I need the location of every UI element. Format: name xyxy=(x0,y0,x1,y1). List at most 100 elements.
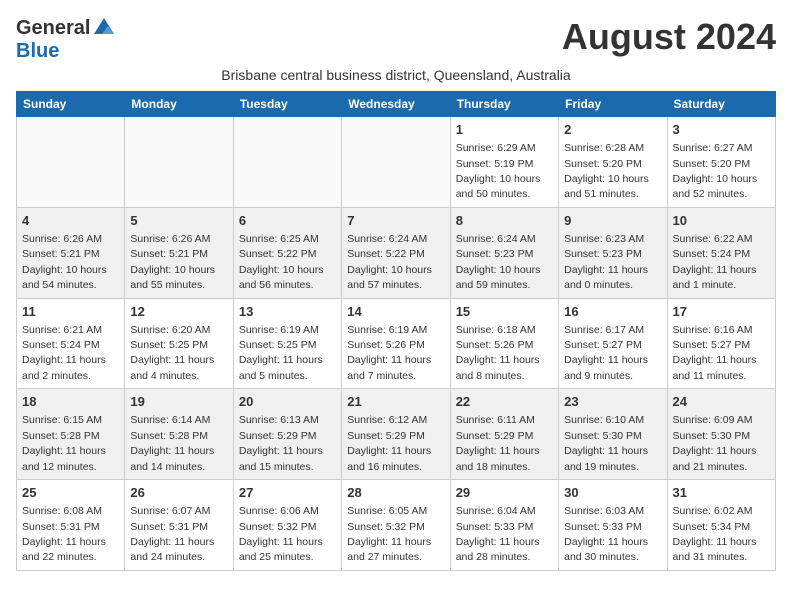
calendar-day-2: 2 Sunrise: 6:28 AM Sunset: 5:20 PM Daylig… xyxy=(559,117,667,208)
weekday-header-saturday: Saturday xyxy=(667,92,775,117)
calendar-week-row: 1 Sunrise: 6:29 AM Sunset: 5:19 PM Daylig… xyxy=(17,117,776,208)
calendar-week-row: 11 Sunrise: 6:21 AM Sunset: 5:24 PM Dayli… xyxy=(17,298,776,389)
calendar-day-1: 1 Sunrise: 6:29 AM Sunset: 5:19 PM Daylig… xyxy=(450,117,558,208)
calendar-day-13: 13Sunrise: 6:19 AM Sunset: 5:25 PM Dayli… xyxy=(233,298,341,389)
calendar-day-19: 19 Sunrise: 6:14 AM Sunset: 5:28 PM Dayli… xyxy=(125,389,233,480)
day-number: 23 xyxy=(564,393,661,411)
day-info: Sunrise: 6:25 AM Sunset: 5:22 PM Dayligh… xyxy=(239,233,324,291)
calendar-day-4: 4 Sunrise: 6:26 AM Sunset: 5:21 PM Daylig… xyxy=(17,207,125,298)
day-info: Sunrise: 6:05 AM Sunset: 5:32 PM Dayligh… xyxy=(347,505,431,563)
day-number: 25 xyxy=(22,484,119,502)
day-info: Sunrise: 6:28 AM Sunset: 5:20 PM Dayligh… xyxy=(564,142,649,200)
day-number: 6 xyxy=(239,212,336,230)
day-number: 18 xyxy=(22,393,119,411)
calendar-empty-cell xyxy=(17,117,125,208)
day-number: 22 xyxy=(456,393,553,411)
day-info: Sunrise: 6:17 AM Sunset: 5:27 PM Dayligh… xyxy=(564,324,648,382)
calendar-day-6: 6 Sunrise: 6:25 AM Sunset: 5:22 PM Daylig… xyxy=(233,207,341,298)
month-title: August 2024 xyxy=(562,16,776,58)
day-number: 10 xyxy=(673,212,770,230)
calendar-day-21: 21 Sunrise: 6:12 AM Sunset: 5:29 PM Dayli… xyxy=(342,389,450,480)
day-number: 31 xyxy=(673,484,770,502)
day-number: 15 xyxy=(456,303,553,321)
day-number: 28 xyxy=(347,484,444,502)
day-info: Sunrise: 6:10 AM Sunset: 5:30 PM Dayligh… xyxy=(564,414,648,472)
logo: General Blue xyxy=(16,16,116,63)
day-number: 29 xyxy=(456,484,553,502)
day-number: 2 xyxy=(564,121,661,139)
day-number: 21 xyxy=(347,393,444,411)
calendar-day-18: 18 Sunrise: 6:15 AM Sunset: 5:28 PM Dayli… xyxy=(17,389,125,480)
calendar-day-23: 23 Sunrise: 6:10 AM Sunset: 5:30 PM Dayli… xyxy=(559,389,667,480)
day-info: Sunrise: 6:04 AM Sunset: 5:33 PM Dayligh… xyxy=(456,505,540,563)
calendar-table: SundayMondayTuesdayWednesdayThursdayFrid… xyxy=(16,91,776,571)
day-info: Sunrise: 6:20 AM Sunset: 5:25 PM Dayligh… xyxy=(130,324,214,382)
calendar-day-20: 20 Sunrise: 6:13 AM Sunset: 5:29 PM Dayli… xyxy=(233,389,341,480)
weekday-header-row: SundayMondayTuesdayWednesdayThursdayFrid… xyxy=(17,92,776,117)
day-info: Sunrise: 6:22 AM Sunset: 5:24 PM Dayligh… xyxy=(673,233,757,291)
calendar-day-12: 12 Sunrise: 6:20 AM Sunset: 5:25 PM Dayli… xyxy=(125,298,233,389)
calendar-day-3: 3Sunrise: 6:27 AM Sunset: 5:20 PM Daylig… xyxy=(667,117,775,208)
day-number: 30 xyxy=(564,484,661,502)
day-info: Sunrise: 6:29 AM Sunset: 5:19 PM Dayligh… xyxy=(456,142,541,200)
day-info: Sunrise: 6:12 AM Sunset: 5:29 PM Dayligh… xyxy=(347,414,431,472)
calendar-day-16: 16 Sunrise: 6:17 AM Sunset: 5:27 PM Dayli… xyxy=(559,298,667,389)
weekday-header-sunday: Sunday xyxy=(17,92,125,117)
calendar-empty-cell xyxy=(233,117,341,208)
day-number: 11 xyxy=(22,303,119,321)
logo-general-text: General xyxy=(16,17,90,40)
day-info: Sunrise: 6:24 AM Sunset: 5:23 PM Dayligh… xyxy=(456,233,541,291)
calendar-day-9: 9 Sunrise: 6:23 AM Sunset: 5:23 PM Daylig… xyxy=(559,207,667,298)
day-number: 13 xyxy=(239,303,336,321)
calendar-day-29: 29 Sunrise: 6:04 AM Sunset: 5:33 PM Dayli… xyxy=(450,480,558,571)
day-number: 24 xyxy=(673,393,770,411)
day-number: 5 xyxy=(130,212,227,230)
day-number: 17 xyxy=(673,303,770,321)
day-info: Sunrise: 6:06 AM Sunset: 5:32 PM Dayligh… xyxy=(239,505,323,563)
calendar-day-8: 8 Sunrise: 6:24 AM Sunset: 5:23 PM Daylig… xyxy=(450,207,558,298)
day-info: Sunrise: 6:21 AM Sunset: 5:24 PM Dayligh… xyxy=(22,324,106,382)
day-number: 8 xyxy=(456,212,553,230)
calendar-day-17: 17Sunrise: 6:16 AM Sunset: 5:27 PM Dayli… xyxy=(667,298,775,389)
calendar-empty-cell xyxy=(125,117,233,208)
calendar-day-26: 26Sunrise: 6:07 AM Sunset: 5:31 PM Dayli… xyxy=(125,480,233,571)
day-number: 7 xyxy=(347,212,444,230)
calendar-week-row: 25 Sunrise: 6:08 AM Sunset: 5:31 PM Dayli… xyxy=(17,480,776,571)
day-info: Sunrise: 6:26 AM Sunset: 5:21 PM Dayligh… xyxy=(22,233,107,291)
day-info: Sunrise: 6:13 AM Sunset: 5:29 PM Dayligh… xyxy=(239,414,323,472)
weekday-header-friday: Friday xyxy=(559,92,667,117)
day-info: Sunrise: 6:27 AM Sunset: 5:20 PM Dayligh… xyxy=(673,142,758,200)
calendar-day-30: 30Sunrise: 6:03 AM Sunset: 5:33 PM Dayli… xyxy=(559,480,667,571)
day-number: 9 xyxy=(564,212,661,230)
calendar-day-10: 10 Sunrise: 6:22 AM Sunset: 5:24 PM Dayli… xyxy=(667,207,775,298)
calendar-day-15: 15 Sunrise: 6:18 AM Sunset: 5:26 PM Dayli… xyxy=(450,298,558,389)
calendar-day-7: 7Sunrise: 6:24 AM Sunset: 5:22 PM Daylig… xyxy=(342,207,450,298)
weekday-header-thursday: Thursday xyxy=(450,92,558,117)
day-number: 1 xyxy=(456,121,553,139)
day-number: 19 xyxy=(130,393,227,411)
day-info: Sunrise: 6:11 AM Sunset: 5:29 PM Dayligh… xyxy=(456,414,540,472)
calendar-day-31: 31 Sunrise: 6:02 AM Sunset: 5:34 PM Dayli… xyxy=(667,480,775,571)
day-number: 4 xyxy=(22,212,119,230)
day-info: Sunrise: 6:02 AM Sunset: 5:34 PM Dayligh… xyxy=(673,505,757,563)
day-number: 16 xyxy=(564,303,661,321)
calendar-day-5: 5 Sunrise: 6:26 AM Sunset: 5:21 PM Daylig… xyxy=(125,207,233,298)
day-number: 20 xyxy=(239,393,336,411)
day-number: 12 xyxy=(130,303,227,321)
day-info: Sunrise: 6:15 AM Sunset: 5:28 PM Dayligh… xyxy=(22,414,106,472)
logo-icon xyxy=(92,16,116,40)
weekday-header-wednesday: Wednesday xyxy=(342,92,450,117)
day-info: Sunrise: 6:18 AM Sunset: 5:26 PM Dayligh… xyxy=(456,324,540,382)
calendar-day-22: 22 Sunrise: 6:11 AM Sunset: 5:29 PM Dayli… xyxy=(450,389,558,480)
day-info: Sunrise: 6:26 AM Sunset: 5:21 PM Dayligh… xyxy=(130,233,215,291)
subtitle: Brisbane central business district, Quee… xyxy=(16,67,776,83)
calendar-day-25: 25 Sunrise: 6:08 AM Sunset: 5:31 PM Dayli… xyxy=(17,480,125,571)
day-info: Sunrise: 6:23 AM Sunset: 5:23 PM Dayligh… xyxy=(564,233,648,291)
day-info: Sunrise: 6:19 AM Sunset: 5:26 PM Dayligh… xyxy=(347,324,431,382)
day-info: Sunrise: 6:14 AM Sunset: 5:28 PM Dayligh… xyxy=(130,414,214,472)
day-info: Sunrise: 6:09 AM Sunset: 5:30 PM Dayligh… xyxy=(673,414,757,472)
weekday-header-tuesday: Tuesday xyxy=(233,92,341,117)
calendar-day-28: 28 Sunrise: 6:05 AM Sunset: 5:32 PM Dayli… xyxy=(342,480,450,571)
day-info: Sunrise: 6:08 AM Sunset: 5:31 PM Dayligh… xyxy=(22,505,106,563)
day-number: 27 xyxy=(239,484,336,502)
